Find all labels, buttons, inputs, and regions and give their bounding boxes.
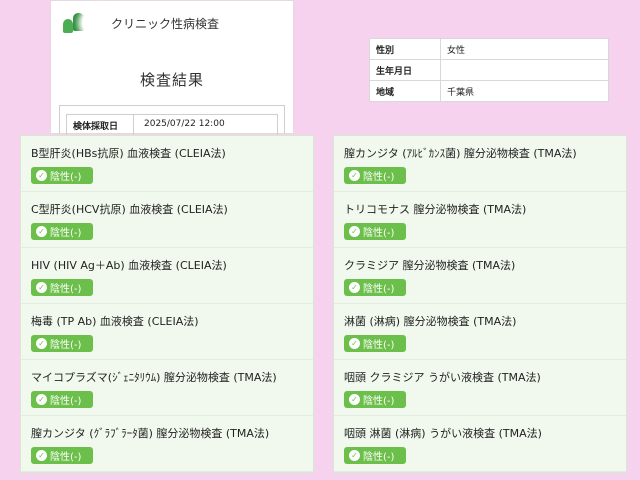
result-badge: ✓ 陰性(-) (344, 223, 406, 240)
test-name: マイコプラズマ(ｼﾞｪﾆﾀﾘｳﾑ) 膣分泌物検査 (TMA法) (31, 371, 277, 384)
result-badge: ✓ 陰性(-) (31, 223, 93, 240)
test-name: HIV (HIV Ag＋Ab) 血液検査 (CLEIA法) (31, 259, 227, 272)
result-label: 陰性(-) (363, 228, 395, 239)
result-row: 淋菌 (淋病) 膣分泌物検査 (TMA法) ✓ 陰性(-) (334, 304, 626, 360)
patient-label: 生年月日 (369, 59, 441, 81)
result-row: B型肝炎(HBs抗原) 血液検査 (CLEIA法) ✓ 陰性(-) (21, 136, 313, 192)
page-title: 検査結果 (139, 71, 204, 89)
result-badge: ✓ 陰性(-) (344, 391, 406, 408)
collection-label: 検体採取日 (67, 115, 134, 135)
result-row: HIV (HIV Ag＋Ab) 血液検査 (CLEIA法) ✓ 陰性(-) (21, 248, 313, 304)
test-name: トリコモナス 膣分泌物検査 (TMA法) (344, 203, 527, 216)
result-badge: ✓ 陰性(-) (31, 167, 93, 184)
patient-row-sex: 性別 女性 (369, 38, 609, 60)
result-row: 膣カンジタ (ｸﾞﾗﾌﾞﾗｰﾀ菌) 膣分泌物検査 (TMA法) ✓ 陰性(-) (21, 416, 313, 472)
check-circle-icon: ✓ (36, 394, 47, 405)
result-row: 咽頭 淋菌 (淋病) うがい液検査 (TMA法) ✓ 陰性(-) (334, 416, 626, 472)
result-label: 陰性(-) (363, 452, 395, 463)
check-circle-icon: ✓ (36, 338, 47, 349)
check-circle-icon: ✓ (349, 282, 360, 293)
test-name: 梅毒 (TP Ab) 血液検査 (CLEIA法) (31, 315, 199, 328)
result-label: 陰性(-) (50, 396, 82, 407)
check-circle-icon: ✓ (36, 450, 47, 461)
results-panel-left: B型肝炎(HBs抗原) 血液検査 (CLEIA法) ✓ 陰性(-) C型肝炎(HC… (20, 135, 314, 473)
patient-value: 女性 (440, 38, 609, 60)
result-badge: ✓ 陰性(-) (31, 391, 93, 408)
check-circle-icon: ✓ (36, 170, 47, 181)
check-circle-icon: ✓ (349, 226, 360, 237)
patient-value: 千葉県 (440, 80, 609, 102)
collection-box: 検体採取日 2025/07/22 12:00 (59, 105, 285, 136)
result-label: 陰性(-) (50, 340, 82, 351)
patient-label: 地域 (369, 80, 441, 102)
report-header-card: クリニック性病検査 検査結果 検体採取日 2025/07/22 12:00 (50, 0, 294, 136)
collection-value: 2025/07/22 12:00 (144, 119, 225, 129)
result-row: 梅毒 (TP Ab) 血液検査 (CLEIA法) ✓ 陰性(-) (21, 304, 313, 360)
test-name: 淋菌 (淋病) 膣分泌物検査 (TMA法) (344, 315, 517, 328)
result-badge: ✓ 陰性(-) (344, 279, 406, 296)
check-circle-icon: ✓ (349, 338, 360, 349)
result-row: C型肝炎(HCV抗原) 血液検査 (CLEIA法) ✓ 陰性(-) (21, 192, 313, 248)
test-name: 咽頭 クラミジア うがい液検査 (TMA法) (344, 371, 541, 384)
result-row: 咽頭 クラミジア うがい液検査 (TMA法) ✓ 陰性(-) (334, 360, 626, 416)
result-badge: ✓ 陰性(-) (31, 447, 93, 464)
test-name: C型肝炎(HCV抗原) 血液検査 (CLEIA法) (31, 203, 228, 216)
result-badge: ✓ 陰性(-) (344, 335, 406, 352)
test-name: 膣カンジタ (ｸﾞﾗﾌﾞﾗｰﾀ菌) 膣分泌物検査 (TMA法) (31, 427, 270, 440)
check-circle-icon: ✓ (349, 394, 360, 405)
test-name: クラミジア 膣分泌物検査 (TMA法) (344, 259, 516, 272)
result-badge: ✓ 陰性(-) (344, 167, 406, 184)
check-circle-icon: ✓ (36, 226, 47, 237)
patient-row-birthdate: 生年月日 (369, 59, 609, 81)
results-panel-right: 膣カンジタ (ｱﾙﾋﾞｶﾝｽ菌) 膣分泌物検査 (TMA法) ✓ 陰性(-) トリ… (333, 135, 627, 473)
clinic-name: クリニック性病検査 (111, 17, 220, 31)
result-label: 陰性(-) (50, 228, 82, 239)
check-circle-icon: ✓ (36, 282, 47, 293)
test-name: B型肝炎(HBs抗原) 血液検査 (CLEIA法) (31, 147, 226, 160)
result-row: トリコモナス 膣分泌物検査 (TMA法) ✓ 陰性(-) (334, 192, 626, 248)
result-badge: ✓ 陰性(-) (344, 447, 406, 464)
result-label: 陰性(-) (363, 172, 395, 183)
result-label: 陰性(-) (363, 284, 395, 295)
collection-row: 検体採取日 2025/07/22 12:00 (66, 114, 278, 136)
result-label: 陰性(-) (50, 172, 82, 183)
result-badge: ✓ 陰性(-) (31, 279, 93, 296)
result-label: 陰性(-) (50, 452, 82, 463)
check-circle-icon: ✓ (349, 450, 360, 461)
patient-label: 性別 (369, 38, 441, 60)
result-row: マイコプラズマ(ｼﾞｪﾆﾀﾘｳﾑ) 膣分泌物検査 (TMA法) ✓ 陰性(-) (21, 360, 313, 416)
result-label: 陰性(-) (50, 284, 82, 295)
result-label: 陰性(-) (363, 340, 395, 351)
result-row: 膣カンジタ (ｱﾙﾋﾞｶﾝｽ菌) 膣分泌物検査 (TMA法) ✓ 陰性(-) (334, 136, 626, 192)
result-badge: ✓ 陰性(-) (31, 335, 93, 352)
test-name: 膣カンジタ (ｱﾙﾋﾞｶﾝｽ菌) 膣分泌物検査 (TMA法) (344, 147, 577, 160)
check-circle-icon: ✓ (349, 170, 360, 181)
result-label: 陰性(-) (363, 396, 395, 407)
result-row: クラミジア 膣分泌物検査 (TMA法) ✓ 陰性(-) (334, 248, 626, 304)
test-name: 咽頭 淋菌 (淋病) うがい液検査 (TMA法) (344, 427, 542, 440)
patient-value (440, 59, 609, 81)
patient-info-table: 性別 女性 生年月日 地域 千葉県 (369, 38, 609, 102)
patient-row-region: 地域 千葉県 (369, 80, 609, 102)
